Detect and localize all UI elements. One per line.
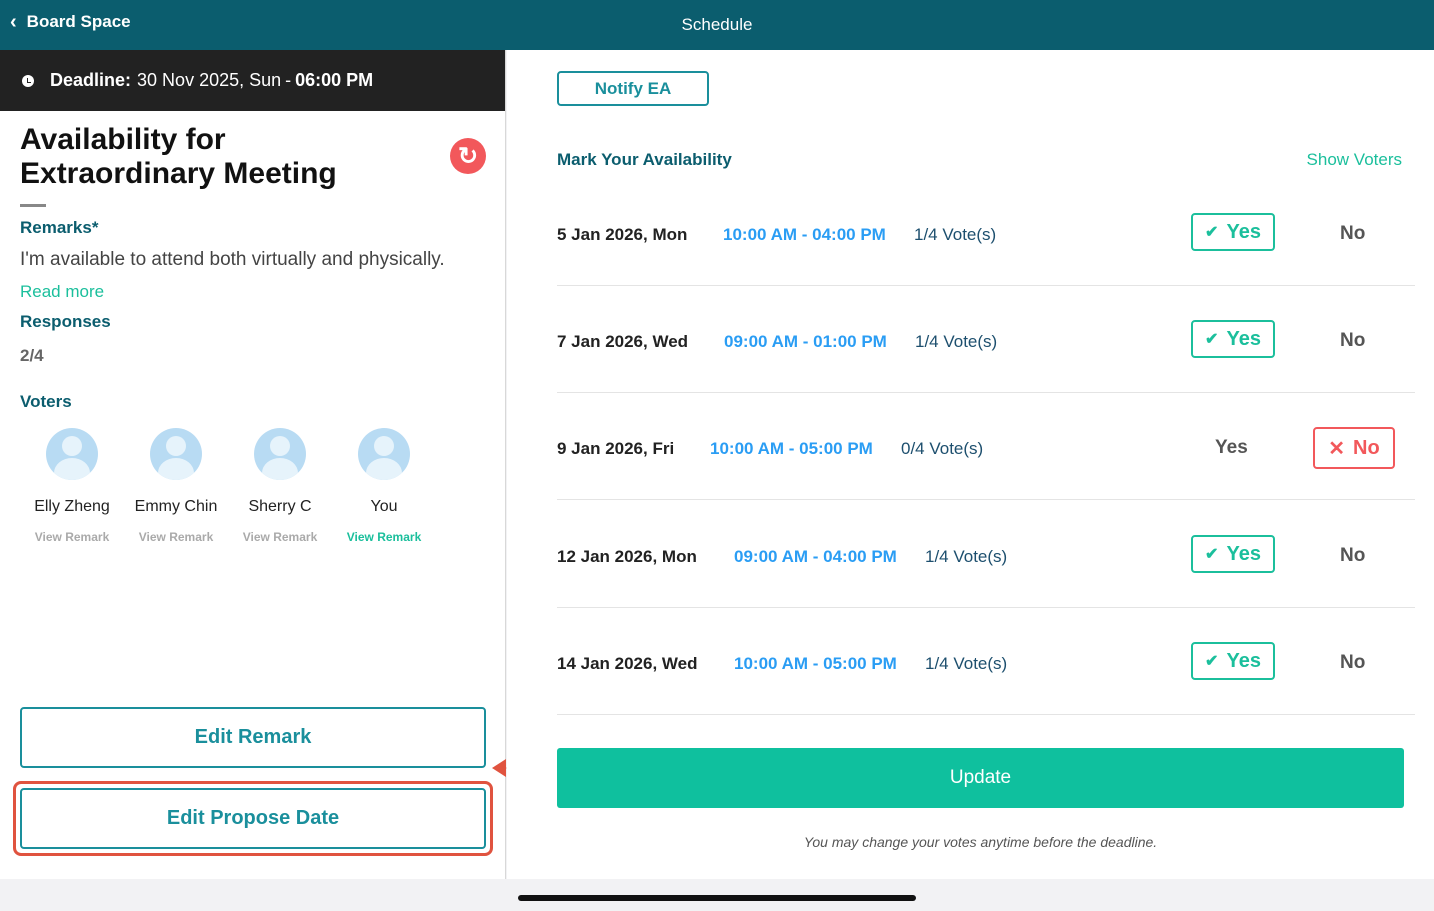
option-votes: 0/4 Vote(s) (901, 439, 984, 458)
meeting-detail-panel: Deadline: 30 Nov 2025, Sun - 06:00 PM Av… (0, 50, 506, 879)
check-icon: ✔ (1205, 331, 1219, 348)
page-title: Schedule (681, 15, 753, 34)
option-votes: 1/4 Vote(s) (914, 225, 997, 244)
edit-remark-button[interactable]: Edit Remark (20, 707, 486, 768)
voter-item: You View Remark (332, 428, 436, 544)
voters-label: Voters (20, 392, 72, 411)
deadline-label: Deadline: (50, 70, 132, 90)
voter-name: Sherry C (248, 498, 312, 515)
check-icon: ✔ (1205, 653, 1219, 670)
update-button[interactable]: Update (557, 748, 1404, 808)
option-date: 5 Jan 2026, Mon (557, 225, 688, 244)
voter-list: Elly Zheng View Remark Emmy Chin View Re… (20, 428, 436, 544)
avatar (358, 428, 410, 480)
date-option-row: 9 Jan 2026, Fri 10:00 AM - 05:00 PM 0/4 … (557, 393, 1415, 500)
responses-count: 2/4 (20, 346, 44, 365)
avatar (46, 428, 98, 480)
top-bar: ‹ Board Space Schedule (0, 0, 1434, 50)
yes-button-selected[interactable]: ✔ Yes (1191, 535, 1275, 573)
check-icon: ✔ (1205, 224, 1219, 241)
yes-button-selected[interactable]: ✔ Yes (1191, 213, 1275, 251)
option-time: 10:00 AM - 05:00 PM (710, 439, 873, 458)
deadline-date: 30 Nov 2025, Sun (137, 70, 282, 90)
option-date: 7 Jan 2026, Wed (557, 332, 689, 351)
yes-label: Yes (1226, 220, 1261, 243)
no-label: No (1353, 436, 1380, 459)
view-remark-link[interactable]: View Remark (228, 530, 332, 544)
no-button[interactable]: No (1340, 223, 1365, 245)
voter-name: Elly Zheng (34, 498, 110, 515)
option-date: 9 Jan 2026, Fri (557, 439, 675, 458)
availability-title: Mark Your Availability (557, 150, 732, 169)
yes-button-selected[interactable]: ✔ Yes (1191, 320, 1275, 358)
home-indicator (518, 895, 916, 901)
remarks-text: I'm available to attend both virtually a… (20, 249, 445, 270)
option-time: 09:00 AM - 04:00 PM (734, 547, 897, 566)
yes-label: Yes (1226, 649, 1261, 672)
refresh-button[interactable]: ↻ (450, 138, 486, 174)
no-button-selected[interactable]: ✕ No (1313, 427, 1395, 469)
option-time: 10:00 AM - 05:00 PM (734, 654, 897, 673)
annotation-highlight (13, 781, 493, 856)
no-button[interactable]: No (1340, 545, 1365, 567)
avatar (150, 428, 202, 480)
view-remark-link[interactable]: View Remark (124, 530, 228, 544)
check-icon: ✔ (1205, 546, 1219, 563)
date-option-row: 14 Jan 2026, Wed 10:00 AM - 05:00 PM 1/4… (557, 608, 1415, 715)
deadline-separator: - (285, 70, 292, 90)
option-date: 14 Jan 2026, Wed (557, 654, 698, 673)
show-voters-link[interactable]: Show Voters (1307, 150, 1402, 170)
option-time: 10:00 AM - 04:00 PM (723, 225, 886, 244)
option-votes: 1/4 Vote(s) (925, 654, 1008, 673)
read-more-link[interactable]: Read more (20, 282, 104, 302)
close-icon: ✕ (1328, 437, 1346, 460)
yes-label: Yes (1226, 542, 1261, 565)
option-votes: 1/4 Vote(s) (925, 547, 1008, 566)
deadline-bar: Deadline: 30 Nov 2025, Sun - 06:00 PM (0, 50, 505, 111)
voter-item: Sherry C View Remark (228, 428, 332, 544)
no-button[interactable]: No (1340, 330, 1365, 352)
date-option-row: 5 Jan 2026, Mon 10:00 AM - 04:00 PM 1/4 … (557, 179, 1415, 286)
deadline-time: 06:00 PM (295, 70, 374, 90)
voter-item: Elly Zheng View Remark (20, 428, 124, 544)
deadline-footnote: You may change your votes anytime before… (803, 834, 1158, 850)
view-remark-link[interactable]: View Remark (332, 530, 436, 544)
voter-item: Emmy Chin View Remark (124, 428, 228, 544)
remarks-label: Remarks* (20, 218, 99, 237)
avatar (254, 428, 306, 480)
refresh-icon: ↻ (457, 142, 479, 170)
voter-name: You (370, 498, 398, 515)
option-time: 09:00 AM - 01:00 PM (724, 332, 887, 351)
no-button[interactable]: No (1340, 652, 1365, 674)
responses-label: Responses (20, 312, 111, 331)
option-votes: 1/4 Vote(s) (915, 332, 998, 351)
voter-name: Emmy Chin (134, 498, 218, 515)
notify-ea-button[interactable]: Notify EA (557, 71, 709, 106)
date-option-row: 12 Jan 2026, Mon 09:00 AM - 04:00 PM 1/4… (557, 501, 1415, 608)
yes-label: Yes (1226, 327, 1261, 350)
view-remark-link[interactable]: View Remark (20, 530, 124, 544)
availability-panel: Notify EA Mark Your Availability Show Vo… (507, 50, 1434, 879)
title-divider (20, 204, 46, 207)
yes-button-selected[interactable]: ✔ Yes (1191, 642, 1275, 680)
meeting-title: Availability for Extraordinary Meeting (20, 123, 337, 190)
date-option-row: 7 Jan 2026, Wed 09:00 AM - 01:00 PM 1/4 … (557, 286, 1415, 393)
yes-button[interactable]: Yes (1215, 437, 1248, 459)
option-date: 12 Jan 2026, Mon (557, 547, 697, 566)
clock-icon (22, 74, 34, 87)
